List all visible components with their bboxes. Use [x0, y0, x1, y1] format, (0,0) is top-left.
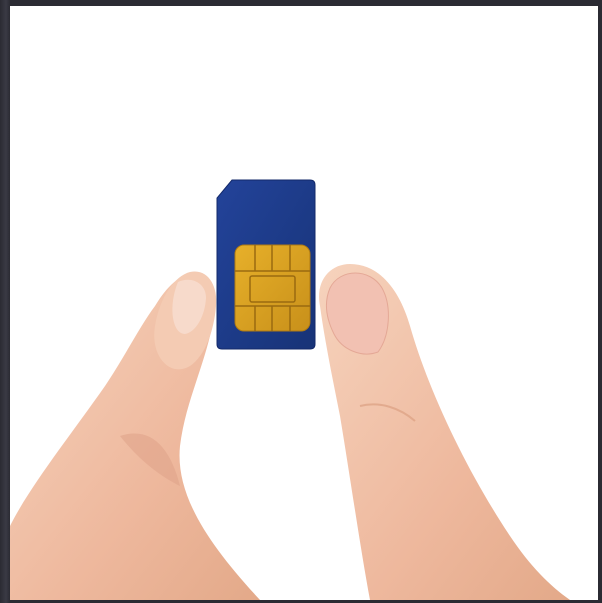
photo — [10, 6, 598, 600]
hand-holding-sim-card — [10, 179, 570, 600]
image-frame — [0, 0, 602, 603]
sim-card — [216, 179, 316, 350]
